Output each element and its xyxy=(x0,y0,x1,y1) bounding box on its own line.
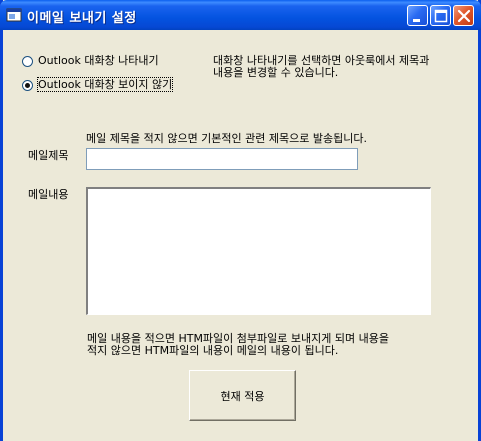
window-title: 이메일 보내기 설정 xyxy=(27,11,137,26)
app-icon xyxy=(6,8,22,22)
hide-dialog-label[interactable]: Outlook 대화창 보이지 않기 xyxy=(36,77,174,92)
minimize-icon xyxy=(413,19,420,22)
settings-window: 이메일 보내기 설정 Outlook 대화창 나타내기 Outlook 대화창 … xyxy=(0,0,481,441)
maximize-button[interactable] xyxy=(430,5,451,26)
hide-dialog-radio[interactable] xyxy=(22,80,33,91)
title-bar[interactable]: 이메일 보내기 설정 xyxy=(0,0,481,30)
body-label: 메일내용 xyxy=(28,188,69,201)
option-help-text-line2: 내용을 변경할 수 있습니다. xyxy=(213,66,339,79)
minimize-button[interactable] xyxy=(407,5,428,26)
subject-label: 메일제목 xyxy=(28,149,69,162)
apply-button[interactable]: 현재 적용 xyxy=(189,370,296,421)
radio-selected-dot xyxy=(25,83,30,88)
maximize-icon xyxy=(434,9,448,23)
body-hint-line2: 적지 않으면 HTM파일의 내용이 메일의 내용이 됩니다. xyxy=(87,344,339,357)
close-icon xyxy=(457,9,471,23)
show-dialog-label[interactable]: Outlook 대화창 나타내기 xyxy=(38,54,159,67)
subject-hint: 메일 제목을 적지 않으면 기본적인 관련 제목으로 발송됩니다. xyxy=(86,132,367,145)
close-button[interactable] xyxy=(453,5,474,26)
body-textarea[interactable] xyxy=(86,187,431,315)
show-dialog-radio[interactable] xyxy=(22,56,33,67)
subject-input[interactable] xyxy=(86,148,358,170)
